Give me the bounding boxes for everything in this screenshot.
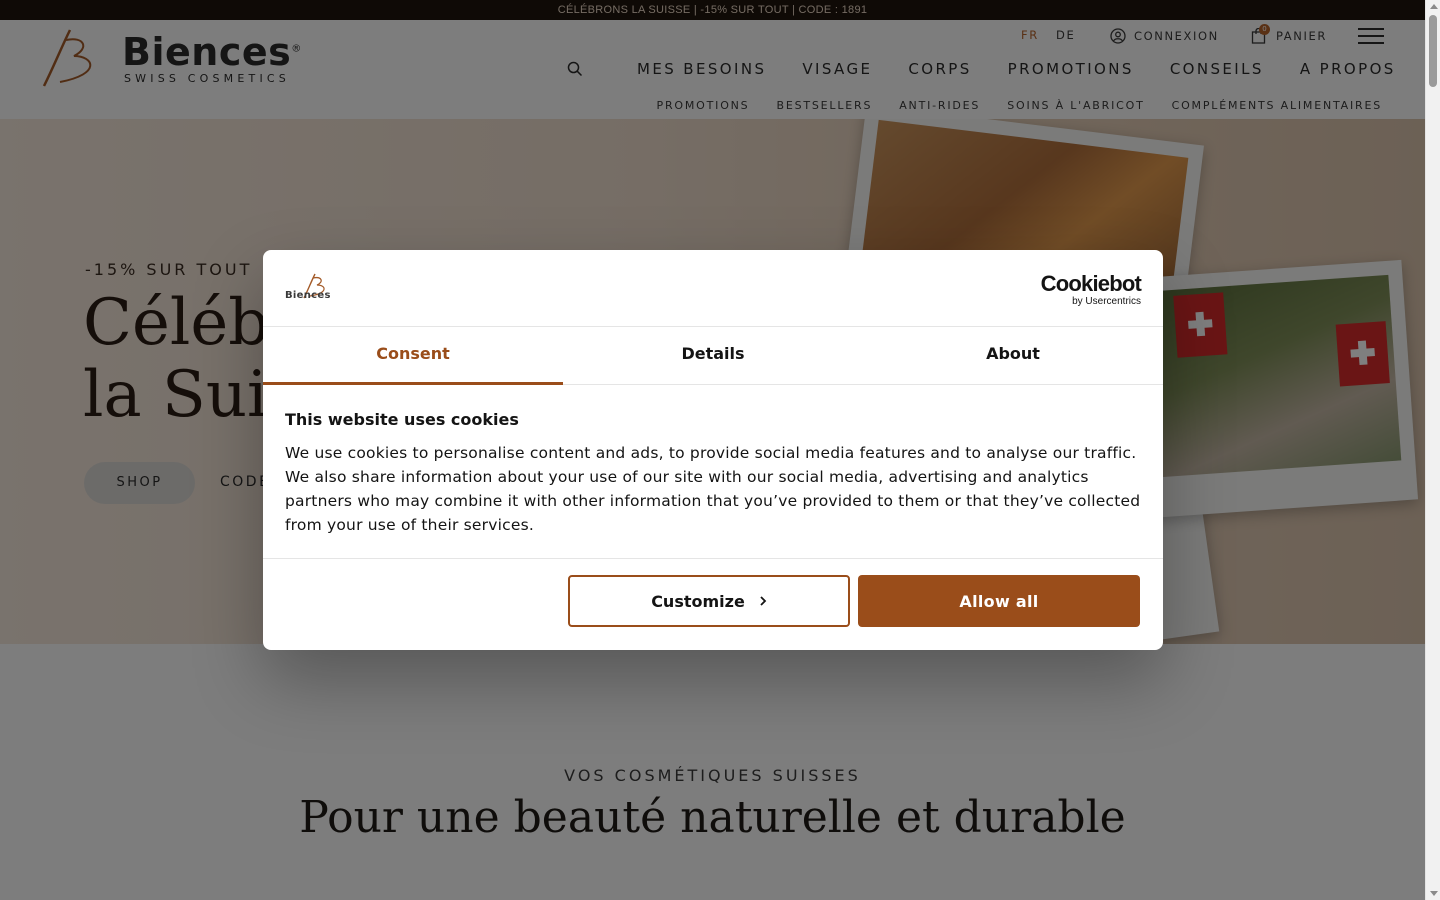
allow-all-button[interactable]: Allow all bbox=[858, 575, 1140, 627]
tab-consent[interactable]: Consent bbox=[263, 327, 563, 385]
cookie-consent-dialog: Biences Cookiebot by Usercentrics Consen… bbox=[263, 250, 1163, 650]
dialog-header: Biences Cookiebot by Usercentrics bbox=[263, 250, 1163, 327]
dialog-brand-logo: Biences bbox=[283, 272, 353, 308]
dialog-footer: Customize Allow all bbox=[263, 558, 1163, 650]
page-scrollbar[interactable] bbox=[1425, 0, 1440, 900]
dialog-body: This website uses cookies We use cookies… bbox=[285, 410, 1141, 537]
tab-details[interactable]: Details bbox=[563, 327, 863, 385]
scroll-up-icon[interactable] bbox=[1430, 4, 1438, 9]
dialog-heading: This website uses cookies bbox=[285, 410, 519, 429]
tab-about[interactable]: About bbox=[863, 327, 1163, 385]
customize-label: Customize bbox=[651, 591, 745, 611]
dialog-text: We use cookies to personalise content an… bbox=[285, 444, 1141, 534]
dialog-tabs: Consent Details About bbox=[263, 327, 1163, 385]
chevron-right-icon bbox=[760, 596, 767, 606]
cookiebot-logo[interactable]: Cookiebot by Usercentrics bbox=[1041, 272, 1142, 308]
scroll-thumb[interactable] bbox=[1429, 15, 1437, 87]
scroll-down-icon[interactable] bbox=[1430, 891, 1438, 896]
customize-button[interactable]: Customize bbox=[568, 575, 850, 627]
